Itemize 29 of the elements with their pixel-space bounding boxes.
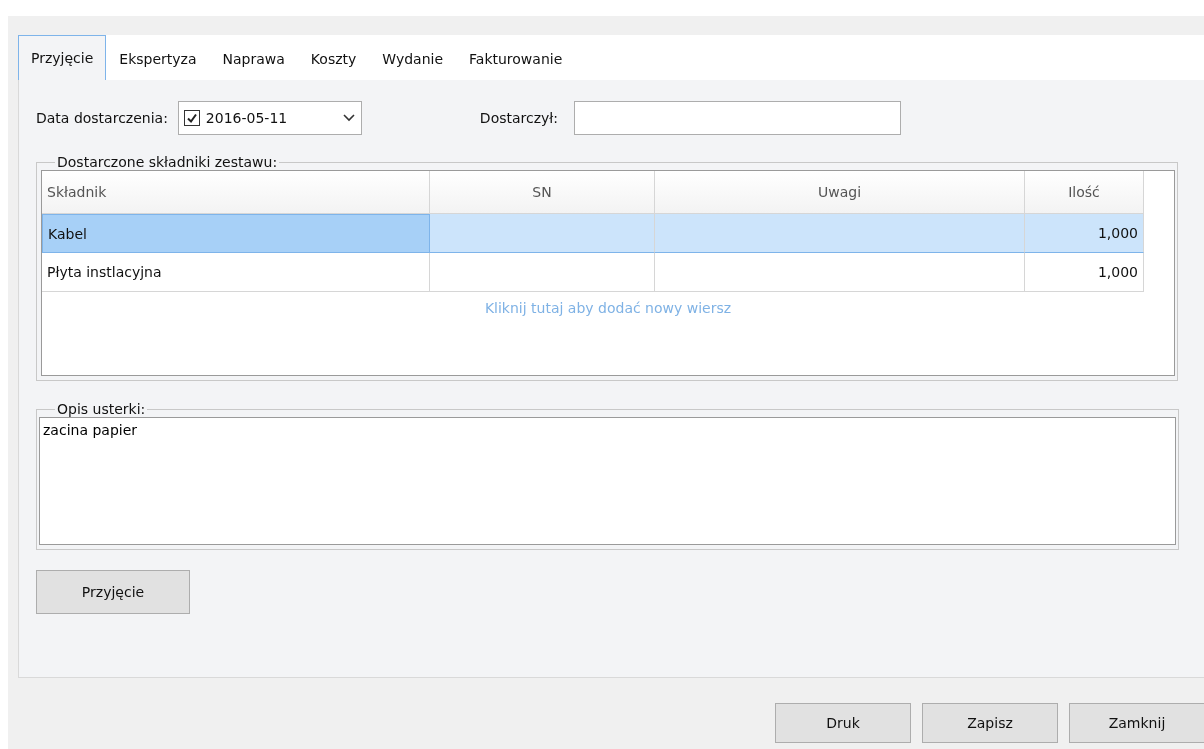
field-label: Data dostarczenia: [36,110,168,126]
footer-button[interactable]: Zapisz [922,703,1058,743]
table-row[interactable]: Płyta instlacyjna 1,000 [42,253,1174,292]
tab[interactable]: Przyjęcie [18,35,107,80]
text-area[interactable]: zacina papier [39,417,1176,545]
input-field[interactable] [574,101,902,135]
tab[interactable]: Ekspertyza [106,37,210,80]
date-picker[interactable]: 2016-05-11 [177,101,362,135]
table-row[interactable]: Kabel 1,000 [42,214,1174,253]
table-cell: Płyta instlacyjna [42,253,430,292]
column-header[interactable]: Ilość [1025,171,1144,214]
footer-button[interactable]: Druk [775,703,911,743]
tab[interactable]: Fakturowanie [456,37,576,80]
table-cell: 1,000 [1025,214,1144,253]
column-header[interactable]: Składnik [42,171,430,214]
checkbox[interactable] [183,110,200,126]
chevron-down-icon [342,114,355,122]
tab[interactable]: Koszty [297,37,370,80]
group-title: Opis usterki: [56,401,147,417]
accept-button[interactable]: Przyjęcie [36,570,190,614]
field-label: Dostarczył: [479,110,559,126]
column-header[interactable]: SN [430,171,655,214]
group-title: Dostarczone składniki zestawu: [56,154,279,170]
table-cell: 1,000 [1025,253,1144,292]
tab[interactable]: Naprawa [209,37,298,80]
footer-button[interactable]: Zamknij [1069,703,1204,743]
table-cell: Kabel [42,214,430,253]
tab[interactable]: Wydanie [369,37,457,80]
column-header[interactable]: Uwagi [655,171,1025,214]
